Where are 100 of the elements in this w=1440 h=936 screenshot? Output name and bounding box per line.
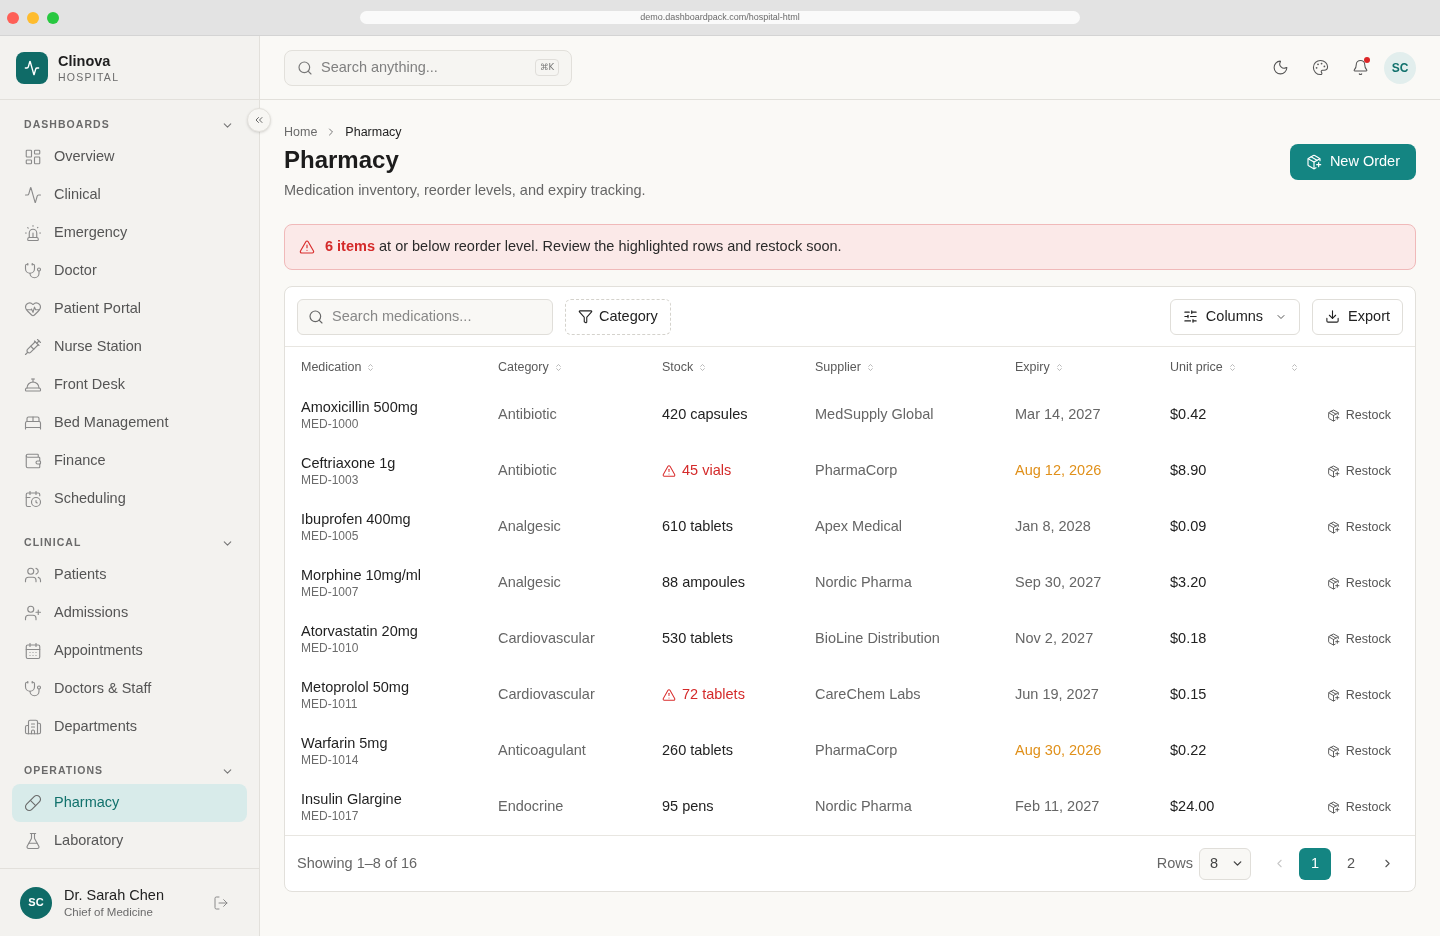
- bed-icon: [24, 414, 42, 432]
- sort-icon: [698, 362, 708, 372]
- column-header[interactable]: Unit price: [1170, 357, 1237, 377]
- columns-button[interactable]: Columns: [1169, 298, 1301, 335]
- sidebar-item[interactable]: Doctor: [12, 252, 247, 290]
- export-button[interactable]: Export: [1312, 298, 1403, 335]
- expiry-date: Nov 2, 2027: [1015, 629, 1094, 649]
- category-text: Analgesic: [498, 573, 561, 593]
- sort-icon: [865, 362, 875, 372]
- funnel-icon: [578, 309, 593, 324]
- column-header[interactable]: Medication: [301, 357, 376, 377]
- sidebar-item[interactable]: Departments: [12, 708, 247, 746]
- unit-price: $0.15: [1170, 685, 1207, 705]
- chevrons-left-icon: [253, 114, 265, 126]
- sidebar-item[interactable]: Laboratory: [12, 822, 247, 860]
- stock-quantity: 260 tablets: [662, 741, 733, 761]
- restock-button[interactable]: Restock: [1318, 681, 1399, 709]
- package-plus-icon: [1326, 744, 1340, 758]
- restock-button[interactable]: Restock: [1318, 513, 1399, 541]
- medication-code: MED-1017: [301, 808, 359, 824]
- collapse-sidebar-button[interactable]: [247, 108, 271, 132]
- sidebar-item[interactable]: Scheduling: [12, 480, 247, 518]
- medication-code: MED-1010: [301, 640, 359, 656]
- sidebar-item[interactable]: Admissions: [12, 594, 247, 632]
- stock-quantity: 530 tablets: [662, 629, 733, 649]
- window-maximize-button[interactable]: [47, 11, 59, 24]
- expiry-date: Sep 30, 2027: [1015, 573, 1102, 593]
- pagination-summary: Showing 1–8 of 16: [297, 853, 418, 873]
- category-text: Endocrine: [498, 797, 564, 817]
- restock-button[interactable]: Restock: [1318, 457, 1399, 485]
- expiry-date: Mar 14, 2027: [1015, 405, 1101, 425]
- search-input[interactable]: Search anything...: [321, 56, 527, 79]
- rows-per-page-select[interactable]: 8: [1199, 847, 1251, 880]
- medication-name: Metoprolol 50mg: [301, 678, 409, 696]
- column-header[interactable]: Stock: [662, 357, 708, 377]
- package-plus-icon: [1326, 800, 1340, 814]
- sidebar-item[interactable]: Pharmacy: [12, 784, 247, 822]
- sidebar-item[interactable]: Doctors & Staff: [12, 670, 247, 708]
- unit-price: $0.42: [1170, 405, 1207, 425]
- user-role: Chief of Medicine: [64, 904, 154, 920]
- sidebar-item[interactable]: Front Desk: [12, 366, 247, 404]
- sort-icon: [1054, 362, 1064, 372]
- page-button[interactable]: 2: [1335, 847, 1367, 880]
- new-order-button[interactable]: New Order: [1289, 144, 1416, 180]
- sort-icon: [366, 362, 376, 372]
- warning-icon: [662, 688, 676, 702]
- restock-button[interactable]: Restock: [1318, 401, 1399, 429]
- sidebar-item[interactable]: Bed Management: [12, 404, 247, 442]
- alert-message: 6 items at or below reorder level. Review the highlighted rows and restock soon.: [325, 237, 842, 257]
- flask-icon: [24, 832, 42, 850]
- category-text: Anticoagulant: [498, 741, 586, 761]
- user-avatar[interactable]: SC: [1384, 51, 1416, 84]
- search-input[interactable]: Search medications...: [332, 305, 542, 328]
- restock-button[interactable]: Restock: [1318, 625, 1399, 653]
- restock-button[interactable]: Restock: [1318, 569, 1399, 597]
- brand-subtitle: HOSPITAL: [58, 69, 120, 84]
- sidebar-item[interactable]: Patient Portal: [12, 290, 247, 328]
- expiry-date: Aug 12, 2026: [1015, 461, 1102, 481]
- supplier-name: Nordic Pharma: [815, 797, 912, 817]
- sidebar-item[interactable]: Patients: [12, 556, 247, 594]
- page-button[interactable]: 1: [1299, 847, 1331, 880]
- medication-name: Insulin Glargine: [301, 790, 402, 808]
- expiry-date: Jun 19, 2027: [1015, 685, 1099, 705]
- package-plus-icon: [1326, 632, 1340, 646]
- sliders-icon: [1182, 309, 1198, 324]
- column-header[interactable]: Expiry: [1015, 357, 1064, 377]
- breadcrumb-link[interactable]: Home: [284, 122, 318, 142]
- medication-code: MED-1005: [301, 528, 359, 544]
- sidebar-item[interactable]: Nurse Station: [12, 328, 247, 366]
- package-plus-icon: [1326, 576, 1340, 590]
- logout-icon: [213, 894, 229, 911]
- search-bar[interactable]: Search medications...: [297, 298, 553, 335]
- package-plus-icon: [1326, 408, 1340, 422]
- pill-icon: [24, 794, 42, 812]
- section-header[interactable]: DASHBOARDS: [12, 112, 242, 138]
- user-avatar[interactable]: SC: [20, 886, 52, 919]
- sidebar-item[interactable]: Appointments: [12, 632, 247, 670]
- column-header[interactable]: Supplier: [815, 357, 875, 377]
- sidebar-item[interactable]: Overview: [12, 138, 247, 176]
- sidebar-item[interactable]: Clinical: [12, 176, 247, 214]
- dashboard-grid-icon: [24, 148, 42, 166]
- restock-button[interactable]: Restock: [1318, 737, 1399, 765]
- category-filter-button[interactable]: Category: [565, 298, 671, 335]
- section-header[interactable]: CLINICAL: [12, 530, 242, 556]
- stethoscope-icon: [24, 680, 42, 698]
- address-bar[interactable]: demo.dashboardpack.com/hospital-html: [360, 11, 1080, 24]
- column-header[interactable]: Category: [498, 357, 563, 377]
- window-close-button[interactable]: [7, 11, 19, 24]
- search-bar[interactable]: Search anything... ⌘K: [284, 49, 572, 86]
- sidebar-item[interactable]: Finance: [12, 442, 247, 480]
- medication-code: MED-1011: [301, 696, 358, 712]
- category-text: Cardiovascular: [498, 685, 595, 705]
- unit-price: $3.20: [1170, 573, 1207, 593]
- section-header[interactable]: OPERATIONS: [12, 758, 242, 784]
- stock-quantity: 420 capsules: [662, 405, 748, 425]
- breadcrumb-current: Pharmacy: [345, 123, 402, 141]
- window-minimize-button[interactable]: [27, 11, 39, 24]
- restock-button[interactable]: Restock: [1318, 793, 1399, 821]
- sidebar-item[interactable]: Emergency: [12, 214, 247, 252]
- medication-code: MED-1014: [301, 752, 359, 768]
